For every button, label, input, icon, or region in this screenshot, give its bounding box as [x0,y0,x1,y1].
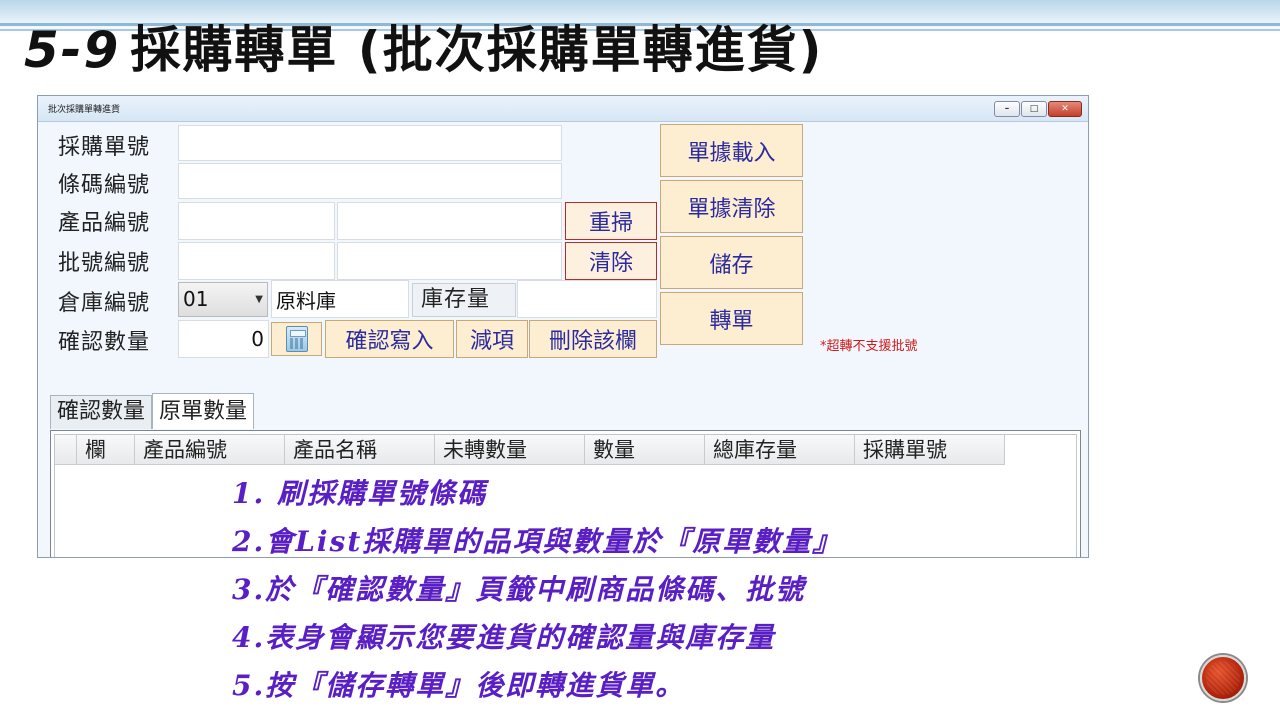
warehouse-label: 倉庫編號 [58,291,151,316]
confirm-qty-input[interactable] [178,320,269,358]
instruction-line: 5.按『儲存轉單』後即轉進貨單。 [232,669,686,702]
grid-header-selector [55,435,77,465]
maximize-icon: □ [1029,103,1039,114]
stock-qty-field [517,280,657,318]
instruction-line: 2.會List採購單的品項與數量於『原單數量』 [232,525,843,558]
save-button[interactable]: 儲存 [660,236,803,289]
po-no-label: 採購單號 [58,135,151,160]
confirm-qty-label: 確認數量 [58,330,151,355]
instruction-notes: 1. 刷採購單號條碼 2.會List採購單的品項與數量於『原單數量』 3.於『確… [232,470,842,710]
clear-doc-button[interactable]: 單據清除 [660,180,803,233]
po-no-input[interactable] [178,125,562,161]
warehouse-select[interactable]: 01 ▼ [178,282,268,317]
stock-qty-label: 庫存量 [412,283,516,317]
product-name-input[interactable] [337,202,562,240]
tab-strip: 確認數量 原單數量 [50,393,255,429]
grid-header-row: 欄 產品編號 產品名稱 未轉數量 數量 總庫存量 採購單號 [55,435,1005,465]
warehouse-name-field [271,280,409,318]
confirm-write-button[interactable]: 確認寫入 [325,320,454,358]
rescan-button[interactable]: 重掃 [565,202,657,240]
calculator-button[interactable] [271,322,322,356]
batch-no-input[interactable] [178,242,335,280]
barcode-label: 條碼編號 [58,173,151,198]
window-titlebar: 批次採購單轉進貨 – □ ✕ [38,96,1088,122]
grid-header-qty[interactable]: 數量 [585,435,705,465]
grid-header-product-name[interactable]: 產品名稱 [285,435,435,465]
warehouse-select-value: 01 [183,287,209,311]
window-title: 批次採購單轉進貨 [48,105,121,115]
slide-title: 5-9 採購轉單 (批次採購單轉進貨) [24,10,823,90]
batch-no-label: 批號編號 [58,251,151,276]
tab-original-qty[interactable]: 原單數量 [152,393,255,429]
instruction-line: 3.於『確認數量』頁籤中刷商品條碼、批號 [232,573,806,606]
slide-title-text: 採購轉單 (批次採購單轉進貨) [130,21,824,79]
maximize-button[interactable]: □ [1021,101,1047,117]
product-no-label: 產品編號 [58,211,151,236]
product-no-input[interactable] [178,202,335,240]
barcode-input[interactable] [178,163,562,199]
grid-header-col-index[interactable]: 欄 [77,435,135,465]
minimize-button[interactable]: – [994,101,1020,117]
close-button[interactable]: ✕ [1048,101,1082,117]
warning-note: *超轉不支援批號 [820,339,918,354]
minimize-icon: – [1004,103,1010,114]
load-doc-button[interactable]: 單據載入 [660,124,803,177]
grid-header-untransferred-qty[interactable]: 未轉數量 [435,435,585,465]
tab-confirm-qty[interactable]: 確認數量 [50,395,153,429]
subtract-button[interactable]: 減項 [456,320,528,358]
close-icon: ✕ [1061,103,1069,114]
batch-extra-input[interactable] [337,242,562,280]
grid-header-total-stock[interactable]: 總庫存量 [705,435,855,465]
decorative-orb [1200,655,1246,701]
delete-row-button[interactable]: 刪除該欄 [529,320,657,358]
grid-header-po-no[interactable]: 採購單號 [855,435,1005,465]
transfer-button[interactable]: 轉單 [660,292,803,345]
slide-number: 5-9 [24,21,121,79]
grid-header-product-no[interactable]: 產品編號 [135,435,285,465]
instruction-line: 1. 刷採購單號條碼 [232,477,487,510]
calculator-icon [285,326,308,352]
window-controls: – □ ✕ [994,101,1082,117]
chevron-down-icon: ▼ [255,294,263,305]
instruction-line: 4.表身會顯示您要進貨的確認量與庫存量 [232,621,776,654]
clear-button[interactable]: 清除 [565,242,657,280]
